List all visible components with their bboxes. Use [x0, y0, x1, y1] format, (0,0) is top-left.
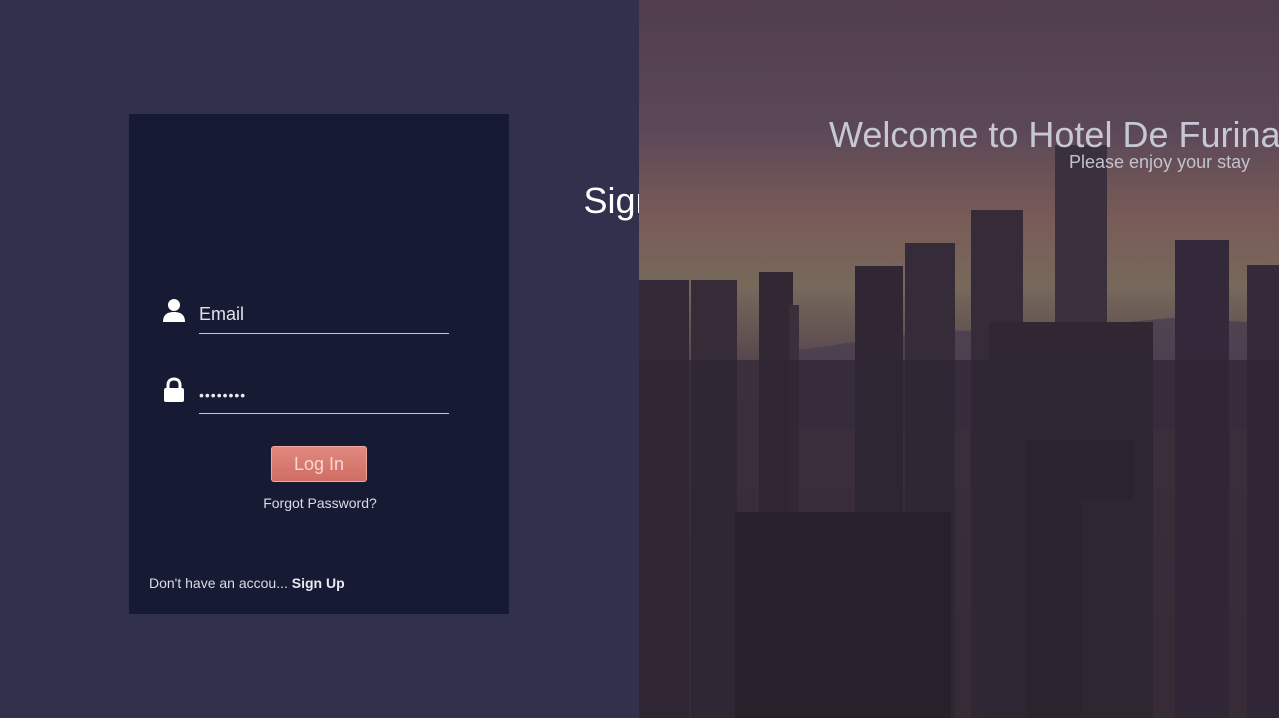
hero-pane: [639, 0, 1279, 718]
user-icon: [163, 299, 185, 322]
password-row: [160, 376, 450, 416]
sign-up-link[interactable]: Sign Up: [292, 575, 345, 591]
email-row: [160, 296, 450, 336]
signup-prompt: Don't have an accou...: [149, 575, 288, 591]
city-skyline-image: [639, 0, 1279, 718]
signup-row: Don't have an accou... Sign Up: [149, 575, 345, 591]
lock-icon: [164, 377, 184, 402]
welcome-title: Welcome to Hotel De Furina: [829, 114, 1279, 155]
password-input[interactable]: [199, 376, 449, 414]
welcome-subtitle: Please enjoy your stay: [1069, 152, 1251, 172]
email-input[interactable]: [199, 296, 449, 334]
forgot-password-link[interactable]: Forgot Password?: [220, 495, 420, 511]
log-in-button[interactable]: Log In: [271, 446, 367, 482]
